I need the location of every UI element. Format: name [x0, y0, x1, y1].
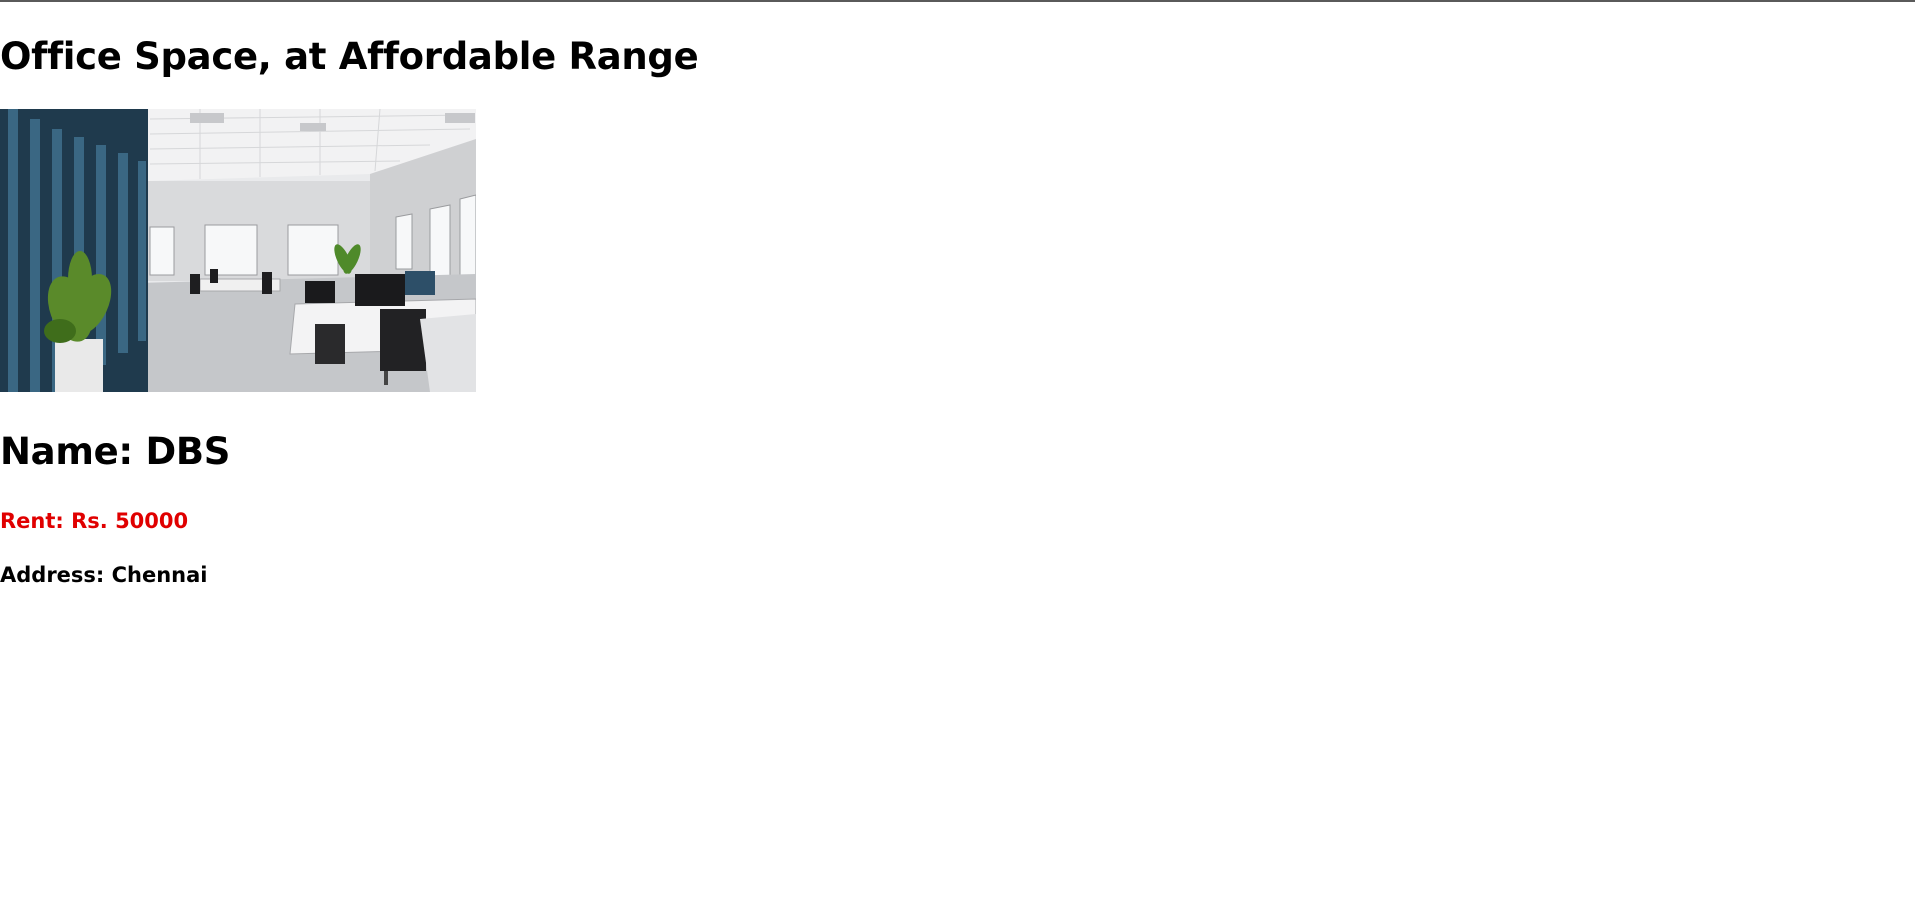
- page-title: Office Space, at Affordable Range: [0, 35, 699, 78]
- listing-address: Address: Chennai: [0, 563, 208, 587]
- office-image: [0, 109, 476, 392]
- listing-name: Name: DBS: [0, 430, 231, 473]
- listing-rent: Rent: Rs. 50000: [0, 509, 189, 533]
- top-divider: [0, 0, 1915, 2]
